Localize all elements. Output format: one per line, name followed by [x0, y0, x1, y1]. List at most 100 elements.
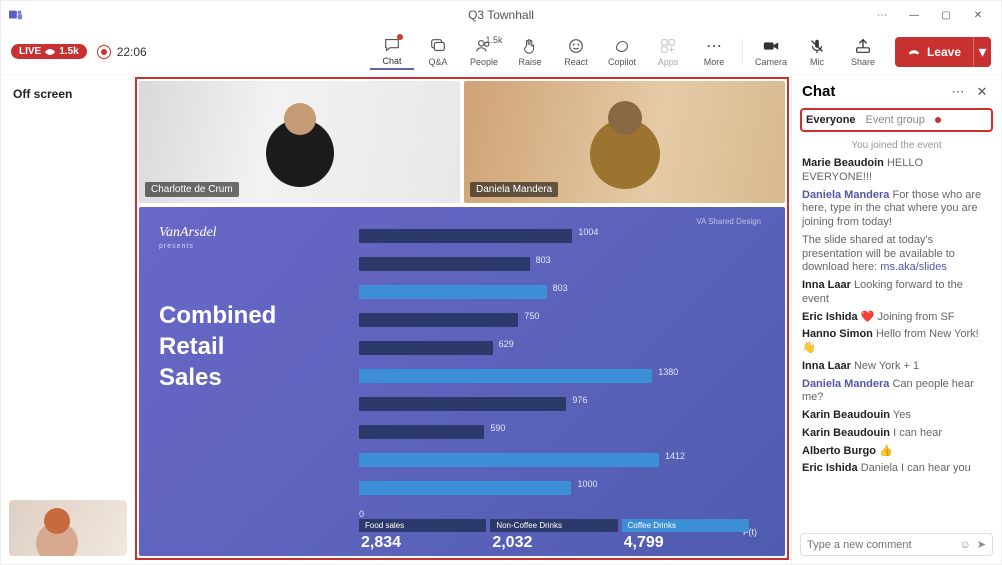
leave-button[interactable]: Leave ▾ [895, 37, 991, 67]
chat-notification-dot [397, 34, 403, 40]
chat-tab-everyone[interactable]: Everyone [806, 114, 856, 126]
video-tile-1[interactable]: Charlotte de Crum [139, 81, 460, 203]
chat-message: Daniela Mandera Can people hear me? [802, 378, 991, 406]
titlebar: Q3 Townhall ⋯ ― ▢ ✕ [1, 1, 1001, 29]
chart-bar-label: 629 [499, 339, 514, 349]
chat-tabs-highlight: Everyone Event group [800, 108, 993, 132]
toolbar-raise[interactable]: Raise [508, 34, 552, 70]
chat-message: Inna Laar New York + 1 [802, 360, 991, 374]
share-icon [854, 37, 872, 55]
leave-label: Leave [927, 45, 961, 59]
toolbar-chat-label: Chat [382, 56, 401, 66]
chart-bar [359, 229, 572, 243]
hangup-icon [907, 45, 921, 59]
meeting-toolbar: LIVE 1.5k 22:06 Chat Q&A 1.5k People Rai… [1, 29, 1001, 75]
chart-bar-label: 1380 [658, 367, 678, 377]
mic-off-icon [808, 37, 826, 55]
slide-brand-sub: presents [159, 243, 359, 250]
video-tile-2[interactable]: Daniela Mandera [464, 81, 785, 203]
slide-brand: VanArsdel [159, 225, 359, 241]
self-camera-tile[interactable] [9, 500, 127, 556]
viewer-count: 1.5k [59, 46, 78, 57]
window-more-icon[interactable]: ⋯ [867, 5, 897, 25]
chat-message: Hanno Simon Hello from New York! 👋 [802, 328, 991, 356]
toolbar-qa[interactable]: Q&A [416, 34, 460, 70]
chart-bar [359, 481, 571, 495]
chat-message: The slide shared at today's presentation… [802, 234, 991, 275]
chart-bar [359, 285, 547, 299]
apps-icon [659, 37, 677, 55]
chat-icon [383, 36, 401, 54]
toolbar-people-count: 1.5k [485, 35, 502, 45]
chart-bar [359, 369, 652, 383]
chat-message: Karin Beaudouin Yes [802, 409, 991, 423]
toolbar-more[interactable]: ⋯ More [692, 34, 736, 70]
chart-bar [359, 257, 530, 271]
chat-message: Inna Laar Looking forward to the event [802, 279, 991, 307]
chart-bar [359, 397, 566, 411]
copilot-icon [613, 37, 631, 55]
toolbar-copilot-label: Copilot [608, 57, 636, 67]
teams-app-icon [9, 8, 23, 22]
stage-area: Charlotte de Crum Daniela Mandera VanArs… [135, 77, 789, 560]
chart-bar-label: 1412 [665, 451, 685, 461]
toolbar-share-label: Share [851, 57, 875, 67]
chat-input-row: ☺ ➤ [800, 533, 993, 556]
chat-send-icon[interactable]: ➤ [977, 538, 986, 551]
toolbar-copilot[interactable]: Copilot [600, 34, 644, 70]
chat-emoji-icon[interactable]: ☺ [960, 539, 971, 551]
main-area: Off screen Charlotte de Crum Daniela Man… [1, 75, 1001, 564]
chart-bar-label: 803 [553, 283, 568, 293]
window-minimize-icon[interactable]: ― [899, 5, 929, 25]
chart-bar-label: 976 [572, 395, 587, 405]
chat-message: Karin Beaudouin I can hear [802, 427, 991, 441]
chat-message: Eric Ishida Daniela I can hear you [802, 462, 991, 476]
shared-slide: VanArsdel presents Combined Retail Sales… [139, 207, 785, 556]
camera-icon [762, 37, 780, 55]
chat-title: Chat [802, 83, 943, 100]
chart-bar-label: 1004 [578, 227, 598, 237]
toolbar-camera[interactable]: Camera [749, 35, 793, 69]
chat-body: You joined the event Marie Beaudoin HELL… [792, 138, 1001, 525]
chat-message: Marie Beaudoin HELLO EVERYONE!!! [802, 157, 991, 185]
chat-message: Alberto Burgo 👍 [802, 445, 991, 459]
chat-tab-event-group[interactable]: Event group [866, 114, 925, 126]
elapsed-timer: 22:06 [117, 45, 147, 59]
chart-bar [359, 425, 484, 439]
toolbar-camera-label: Camera [755, 57, 787, 67]
chart-bar [359, 341, 493, 355]
live-badge: LIVE 1.5k [11, 44, 87, 59]
toolbar-react[interactable]: React [554, 34, 598, 70]
chat-input[interactable] [807, 539, 954, 551]
toolbar-separator [742, 38, 743, 66]
window-title: Q3 Townhall [0, 8, 1002, 22]
video-row: Charlotte de Crum Daniela Mandera [137, 79, 787, 207]
slide-tag: VA Shared Design [696, 217, 761, 226]
record-icon[interactable] [97, 45, 111, 59]
toolbar-mic[interactable]: Mic [795, 35, 839, 69]
chat-more-icon[interactable]: ⋯ [949, 84, 967, 100]
leave-chevron-icon[interactable]: ▾ [973, 37, 991, 67]
toolbar-apps[interactable]: Apps [646, 34, 690, 70]
chart-bar-label: 1000 [577, 479, 597, 489]
toolbar-people[interactable]: 1.5k People [462, 34, 506, 70]
toolbar-react-label: React [564, 57, 588, 67]
toolbar-mic-label: Mic [810, 57, 824, 67]
slide-title: Combined Retail Sales [159, 300, 359, 394]
chat-system-msg: You joined the event [802, 140, 991, 151]
react-icon [567, 37, 585, 55]
toolbar-chat[interactable]: Chat [370, 34, 414, 70]
chat-panel: Chat ⋯ ✕ Everyone Event group You joined… [791, 75, 1001, 564]
toolbar-raise-label: Raise [518, 57, 541, 67]
toolbar-share[interactable]: Share [841, 35, 885, 69]
qa-icon [429, 37, 447, 55]
window-close-icon[interactable]: ✕ [963, 5, 993, 25]
window-maximize-icon[interactable]: ▢ [931, 5, 961, 25]
chat-close-icon[interactable]: ✕ [973, 84, 991, 100]
toolbar-apps-label: Apps [658, 57, 679, 67]
toolbar-qa-label: Q&A [428, 57, 447, 67]
chart-bar-label: 590 [490, 423, 505, 433]
chat-tab-unread-dot [935, 117, 941, 123]
chart-bar-label: 803 [536, 255, 551, 265]
chart-bar [359, 453, 659, 467]
